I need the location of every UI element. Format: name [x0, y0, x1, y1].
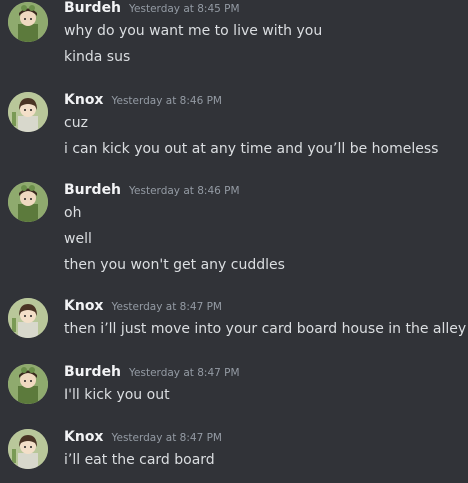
avatar[interactable] — [8, 92, 48, 132]
message-line: i can kick you out at any time and you’l… — [64, 141, 439, 157]
message-line: I'll kick you out — [64, 387, 170, 403]
message-line: kinda sus — [64, 49, 131, 65]
avatar[interactable] — [8, 2, 48, 42]
message-line: cuz — [64, 115, 88, 131]
chat-message-list: Burdeh Yesterday at 8:45 PM why do you w… — [0, 0, 468, 483]
message-line: oh — [64, 205, 82, 221]
timestamp: Yesterday at 8:46 PM — [129, 185, 240, 197]
username[interactable]: Knox — [64, 92, 103, 108]
message-line: why do you want me to live with you — [64, 23, 323, 39]
username[interactable]: Knox — [64, 429, 103, 445]
avatar[interactable] — [8, 298, 48, 338]
timestamp: Yesterday at 8:45 PM — [129, 3, 240, 15]
message-line: then you won't get any cuddles — [64, 257, 285, 273]
avatar[interactable] — [8, 364, 48, 404]
username[interactable]: Burdeh — [64, 364, 121, 380]
username[interactable]: Burdeh — [64, 182, 121, 198]
message-line: i’ll eat the card board — [64, 452, 215, 468]
timestamp: Yesterday at 8:46 PM — [111, 95, 222, 107]
username[interactable]: Knox — [64, 298, 103, 314]
username[interactable]: Burdeh — [64, 0, 121, 16]
message-line: well — [64, 231, 92, 247]
timestamp: Yesterday at 8:47 PM — [129, 367, 240, 379]
timestamp: Yesterday at 8:47 PM — [111, 432, 222, 444]
avatar[interactable] — [8, 182, 48, 222]
message-line: then i’ll just move into your card board… — [64, 321, 467, 337]
avatar[interactable] — [8, 429, 48, 469]
timestamp: Yesterday at 8:47 PM — [111, 301, 222, 313]
